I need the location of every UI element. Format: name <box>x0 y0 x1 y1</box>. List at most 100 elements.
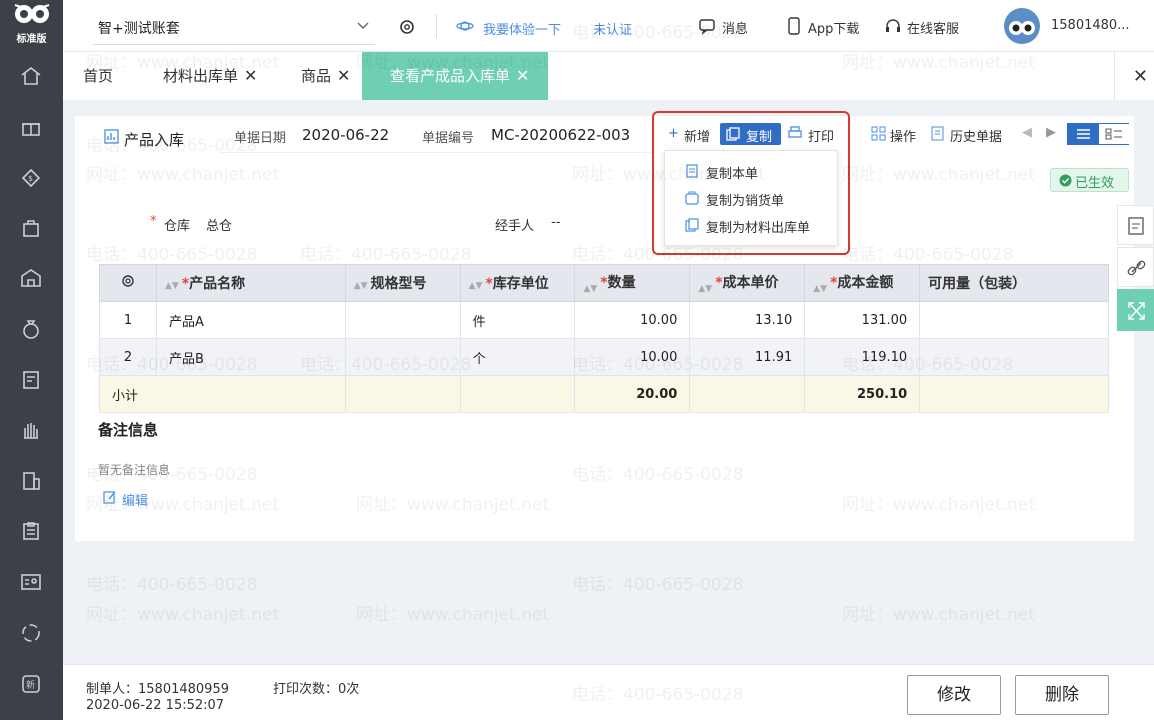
grid-icon[interactable] <box>871 126 886 141</box>
unit-cell[interactable]: 件 <box>459 301 576 339</box>
close-icon[interactable]: ✕ <box>337 66 350 85</box>
building-icon[interactable] <box>19 469 43 493</box>
spec-cell[interactable] <box>344 301 461 339</box>
amount-cell[interactable]: 119.10 <box>804 338 921 376</box>
column-settings[interactable] <box>99 264 157 302</box>
avatar[interactable] <box>1004 8 1040 44</box>
topbar: 智+测试账套 我要体验一下 未认证 消息 App下载 在线客服 15801480… <box>63 0 1154 52</box>
delete-button[interactable]: 删除 <box>1015 675 1109 715</box>
prev-icon[interactable]: ◀ <box>1022 125 1032 140</box>
money-bag-icon[interactable]: $ <box>19 166 43 190</box>
id-card-icon[interactable] <box>19 570 43 594</box>
required-mark: * <box>150 214 157 229</box>
column-header[interactable]: ▲▼ *成本单价 <box>689 264 806 302</box>
column-header[interactable]: ▲▼ *成本金额 <box>804 264 921 302</box>
phone-icon[interactable] <box>785 17 803 35</box>
close-icon[interactable]: ✕ <box>244 66 257 85</box>
sort-icon[interactable]: ▲▼ <box>354 281 368 291</box>
price-cell[interactable]: 13.10 <box>689 301 806 339</box>
link-tool[interactable] <box>1117 247 1154 287</box>
edit-notes-link[interactable]: 编辑 <box>122 490 148 509</box>
sort-icon[interactable]: ▲▼ <box>165 281 179 291</box>
view-toggle[interactable] <box>1067 123 1129 145</box>
amount-cell[interactable]: 131.00 <box>804 301 921 339</box>
product-name-cell[interactable]: 产品A <box>155 301 346 339</box>
notepad-icon[interactable] <box>1118 206 1154 246</box>
handler-value: -- <box>551 215 561 230</box>
tab-bar: 首页 材料出库单 ✕ 商品 ✕ 查看产成品入库单 ✕ ✕ <box>63 52 1154 100</box>
cycle-icon[interactable] <box>19 621 43 645</box>
shopping-bag-icon[interactable] <box>19 216 43 240</box>
operations-button[interactable]: 操作 <box>890 126 916 145</box>
warehouse-icon[interactable] <box>19 266 43 290</box>
try-link[interactable]: 我要体验一下 <box>483 19 561 38</box>
column-header[interactable]: ▲▼ *数量 <box>574 264 691 302</box>
link-icon[interactable] <box>1118 248 1154 288</box>
yen-bag-icon[interactable] <box>19 317 43 341</box>
qty-cell[interactable]: 10.00 <box>574 338 691 376</box>
card-view-icon[interactable] <box>1099 124 1129 144</box>
tab-home[interactable]: 首页 <box>83 52 113 100</box>
doc-no-label: 单据编号 <box>422 131 475 146</box>
notes-empty: 暂无备注信息 <box>98 463 171 477</box>
inbound-icon <box>104 129 119 144</box>
next-icon[interactable]: ▶ <box>1046 125 1056 140</box>
spec-cell[interactable] <box>344 338 461 376</box>
column-header[interactable]: ▲▼ *库存单位 <box>459 264 576 302</box>
message-icon[interactable] <box>698 17 716 35</box>
date-label: 单据日期 <box>234 131 287 146</box>
edit-icon[interactable] <box>103 490 117 504</box>
available-cell <box>919 338 1109 376</box>
table-row[interactable]: 2 产品B 个 10.00 11.91 119.10 <box>99 338 1109 376</box>
sort-icon[interactable]: ▲▼ <box>698 284 712 294</box>
product-name-cell[interactable]: 产品B <box>155 338 346 376</box>
gear-icon[interactable] <box>120 273 136 289</box>
price-cell[interactable]: 11.91 <box>689 338 806 376</box>
expand-tool[interactable] <box>1117 289 1154 331</box>
clipboard-icon[interactable] <box>19 519 43 543</box>
gear-icon[interactable] <box>397 17 417 37</box>
gift-icon[interactable] <box>19 115 43 139</box>
empty-cell <box>344 375 461 413</box>
unit-cell[interactable]: 个 <box>459 338 576 376</box>
created-at-text: 2020-06-22 15:52:07 <box>86 698 225 713</box>
home-icon[interactable] <box>19 64 43 88</box>
notes-tool[interactable] <box>1117 205 1154 245</box>
menu-item-label: 复制本单 <box>706 167 759 182</box>
history-button[interactable]: 历史单据 <box>950 126 1002 145</box>
sort-icon[interactable]: ▲▼ <box>813 284 827 294</box>
username[interactable]: 15801480... <box>1051 18 1130 33</box>
invoice-icon[interactable] <box>19 368 43 392</box>
sort-icon[interactable]: ▲▼ <box>583 284 597 294</box>
list-view-icon[interactable] <box>1068 124 1099 144</box>
svg-text:$: $ <box>28 174 33 183</box>
support-link[interactable]: 在线客服 <box>907 18 959 37</box>
modify-button[interactable]: 修改 <box>907 675 1001 715</box>
status-text: 已生效 <box>1075 176 1115 191</box>
column-header[interactable]: 可用量（包装） <box>919 264 1109 302</box>
sort-icon[interactable]: ▲▼ <box>469 281 483 291</box>
menu-item-label: 复制为材料出库单 <box>706 221 811 236</box>
tab-material-outbound[interactable]: 材料出库单 ✕ <box>163 52 257 100</box>
watermark: 电话：400-665-0028 <box>572 575 744 595</box>
hand-icon[interactable] <box>19 418 43 442</box>
column-header[interactable]: ▲▼ 规格型号 <box>344 264 461 302</box>
column-header[interactable]: ▲▼ *产品名称 <box>155 264 346 302</box>
chevron-down-icon[interactable] <box>355 17 371 33</box>
app-download-link[interactable]: App下载 <box>808 18 859 37</box>
expand-icon[interactable] <box>1118 290 1154 332</box>
auth-link[interactable]: 未认证 <box>593 19 632 38</box>
product-table: ▲▼ *产品名称 ▲▼ 规格型号 ▲▼ *库存单位 ▲▼ *数量 ▲▼ *成本单价 ▲▼ *… <box>99 264 1109 413</box>
headset-icon[interactable] <box>884 17 902 35</box>
table-row[interactable]: 1 产品A 件 10.00 13.10 131.00 <box>99 301 1109 339</box>
account-selector[interactable]: 智+测试账套 <box>98 18 180 38</box>
column-label: 可用量（包装） <box>928 276 1027 292</box>
close-icon[interactable]: ✕ <box>516 66 529 85</box>
messages-link[interactable]: 消息 <box>722 18 748 37</box>
close-all-icon[interactable]: ✕ <box>1133 66 1148 87</box>
qty-cell[interactable]: 10.00 <box>574 301 691 339</box>
new-badge-icon[interactable]: 新 <box>19 672 43 696</box>
history-icon[interactable] <box>930 126 945 141</box>
tab-view-product-inbound[interactable]: 查看产成品入库单 ✕ <box>362 52 548 100</box>
tab-goods[interactable]: 商品 ✕ <box>301 52 350 100</box>
